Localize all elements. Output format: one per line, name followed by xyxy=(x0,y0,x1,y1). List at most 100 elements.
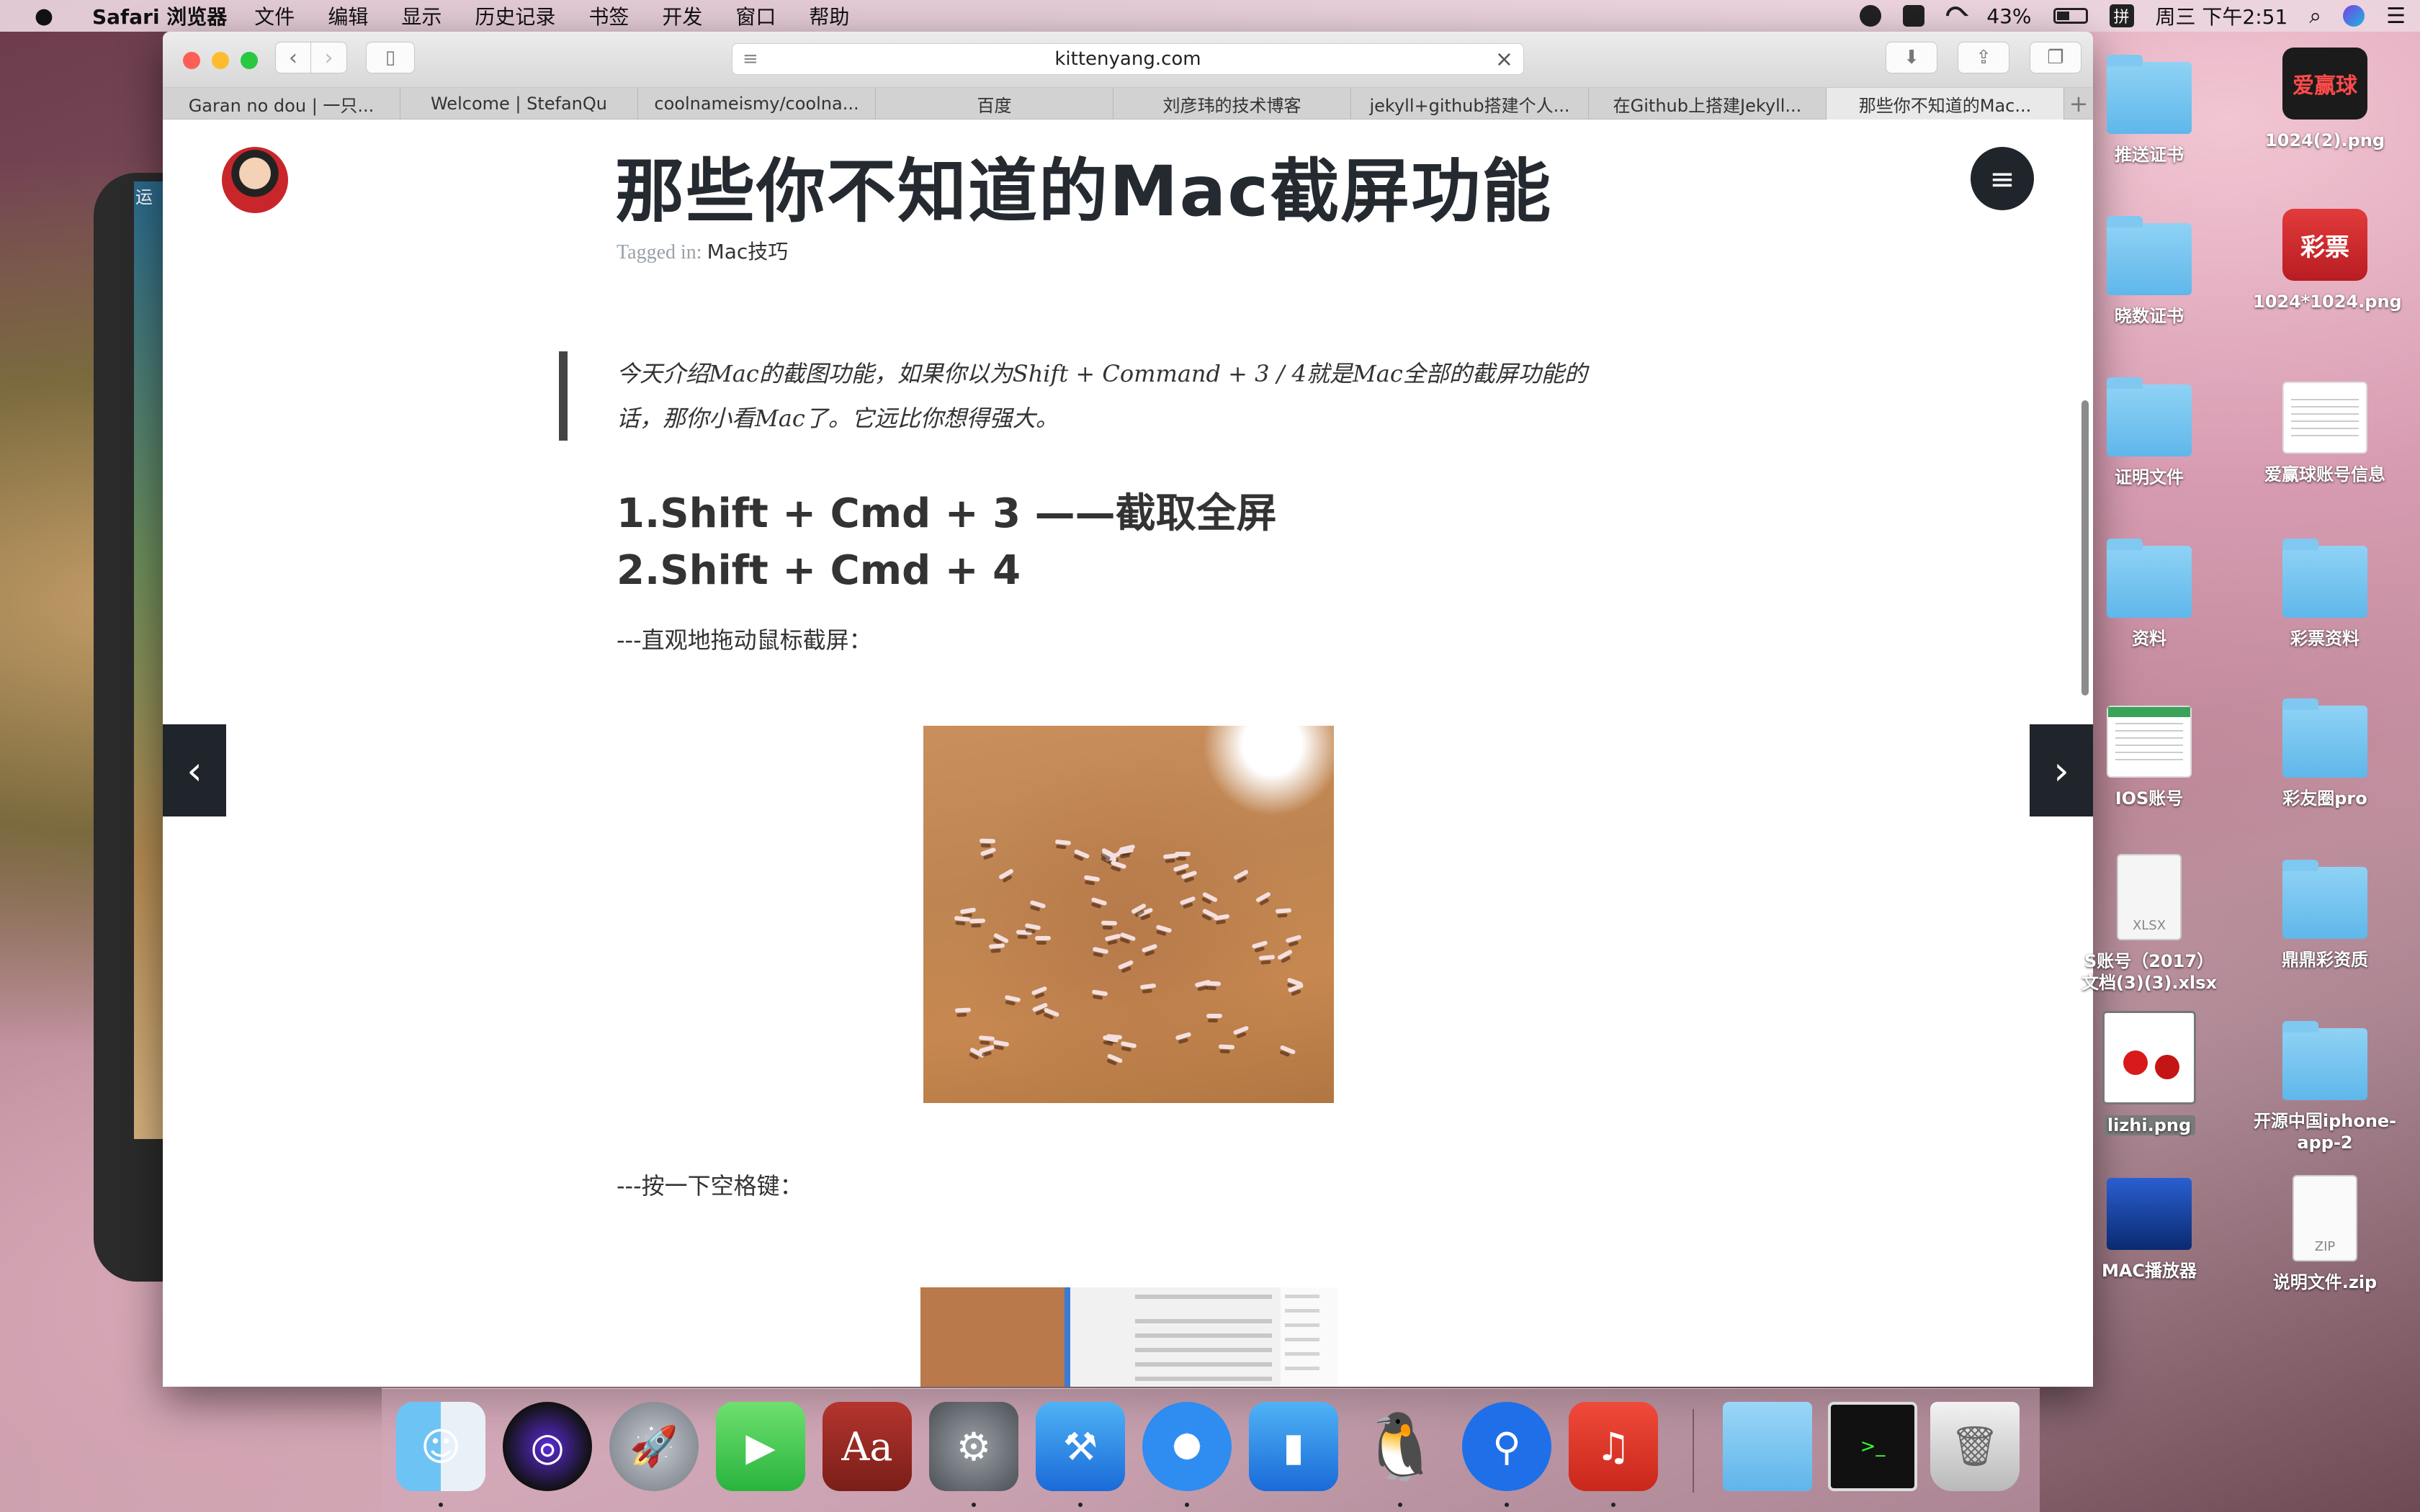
author-avatar[interactable] xyxy=(222,147,288,213)
battery-percent: 43% xyxy=(1986,4,2032,28)
flamingo-bird xyxy=(998,868,1015,881)
desktop-icon-mac-player[interactable]: MAC播放器 xyxy=(2077,1178,2221,1282)
downloads-button[interactable]: ⬇ xyxy=(1886,42,1937,73)
desktop-icon-1024-2[interactable]: 爱赢球 1024(2).png xyxy=(2253,48,2397,151)
menu-edit[interactable]: 编辑 xyxy=(328,1,368,30)
navigation-buttons: ‹ › xyxy=(275,42,347,73)
wifi-icon[interactable] xyxy=(1942,2,1969,30)
desktop-icon-oschina-iphone-app[interactable]: 开源中国iphone- app-2 xyxy=(2253,1021,2397,1153)
desktop-icon-lizhi-png[interactable]: lizhi.png xyxy=(2077,1011,2221,1136)
menu-help[interactable]: 帮助 xyxy=(809,1,849,30)
flamingo-bird xyxy=(1139,983,1157,990)
menu-window[interactable]: 窗口 xyxy=(735,1,776,30)
siri-menu-icon[interactable] xyxy=(2343,5,2365,27)
tab-baidu[interactable]: 百度 xyxy=(876,88,1113,120)
site-menu-button[interactable]: ≡ xyxy=(1971,147,2034,210)
address-bar[interactable]: ≡ kittenyang.com × xyxy=(732,43,1524,75)
safari-icon[interactable]: ✦ xyxy=(1142,1402,1232,1491)
tagged-prefix: Tagged in: xyxy=(617,241,702,264)
tab-overview-button[interactable]: ❐ xyxy=(2030,42,2081,73)
flamingo-bird xyxy=(1117,959,1134,971)
menu-develop[interactable]: 开发 xyxy=(662,1,702,30)
clock[interactable]: 周三 下午2:51 xyxy=(2156,1,2288,30)
facetime-icon[interactable]: ▶ xyxy=(716,1402,805,1491)
desktop-icon-dingding-qualification[interactable]: 鼎鼎彩资质 xyxy=(2253,860,2397,971)
input-method-icon[interactable]: 拼 xyxy=(2109,4,2134,27)
apple-menu-icon[interactable]: ● xyxy=(26,4,62,29)
tab-github-jekyll[interactable]: 在Github上搭建Jekyll... xyxy=(1589,88,1827,120)
menu-app-name[interactable]: Safari 浏览器 xyxy=(92,1,227,30)
tab-mac-screenshot[interactable]: 那些你不知道的Mac... xyxy=(1827,88,2064,120)
intro-quote: 今天介绍Mac的截图功能，如果你以为Shift + Command + 3 / … xyxy=(617,360,1587,432)
menu-file[interactable]: 文件 xyxy=(254,1,295,30)
paragraph-space: ---按一下空格键： xyxy=(617,1172,803,1200)
desktop-icon-aiyingqiu-account[interactable]: 爱赢球账号信息 xyxy=(2253,382,2397,485)
dictionary-icon[interactable]: Aa xyxy=(823,1402,912,1491)
qq-icon[interactable]: 🐧 xyxy=(1355,1402,1445,1491)
battery-icon[interactable] xyxy=(2053,8,2088,24)
image-file-icon: 爱赢球 xyxy=(2282,48,2367,120)
tab-garan[interactable]: Garan no dou | 一只... xyxy=(163,88,400,120)
netease-music-icon[interactable]: ♫ xyxy=(1569,1402,1658,1491)
forward-button[interactable]: › xyxy=(311,42,347,73)
terminal-icon[interactable]: >_ xyxy=(1828,1402,1917,1491)
reader-view-icon[interactable]: ≡ xyxy=(743,48,758,70)
launchpad-icon[interactable]: 🚀 xyxy=(609,1402,699,1491)
qq-status-icon[interactable] xyxy=(1860,5,1882,27)
flamingo-bird xyxy=(1276,949,1294,960)
previous-post-button[interactable]: ‹ xyxy=(163,724,226,816)
share-button[interactable]: ⇪ xyxy=(1958,42,2009,73)
flamingo-bird xyxy=(954,916,971,922)
desktop-icon-proof-files[interactable]: 证明文件 xyxy=(2077,377,2221,488)
back-button[interactable]: ‹ xyxy=(275,42,311,73)
folder-icon xyxy=(2107,539,2192,618)
flamingo-bird xyxy=(979,838,996,844)
pin-app-icon[interactable]: ⚲ xyxy=(1462,1402,1551,1491)
menu-history[interactable]: 历史记录 xyxy=(475,1,555,30)
desktop-icon-materials[interactable]: 资料 xyxy=(2077,539,2221,649)
desktop-icon-push-cert[interactable]: 推送证书 xyxy=(2077,55,2221,166)
running-indicator xyxy=(1611,1503,1615,1507)
menu-bookmarks[interactable]: 书签 xyxy=(588,1,629,30)
sidebar-toggle-button[interactable]: ▯ xyxy=(366,42,415,73)
simulator-icon[interactable]: ▮ xyxy=(1249,1402,1338,1491)
running-indicator xyxy=(972,1503,976,1507)
flamingo-bird xyxy=(980,847,997,857)
menu-view[interactable]: 显示 xyxy=(401,1,442,30)
notification-center-icon[interactable]: ☰ xyxy=(2386,4,2406,29)
maximize-button[interactable] xyxy=(241,52,258,69)
finder-icon[interactable]: ☺ xyxy=(396,1402,485,1491)
desktop-icon-1024x1024[interactable]: 彩票 1024*1024.png xyxy=(2253,209,2402,312)
desktop-icon-caiyouquan-pro[interactable]: 彩友圈pro xyxy=(2253,698,2397,809)
desktop-icon-label: 1024(2).png xyxy=(2265,130,2385,150)
tab-liuyanwei[interactable]: 刘彦玮的技术博客 xyxy=(1113,88,1351,120)
close-button[interactable] xyxy=(183,52,200,69)
desktop-icon-label: 说明文件.zip xyxy=(2272,1272,2378,1292)
tag-link[interactable]: Mac技巧 xyxy=(707,240,789,264)
flamingo-bird xyxy=(1110,860,1127,870)
desktop-icon-ios-account[interactable]: IOS账号 xyxy=(2077,706,2221,809)
tab-coolnameismy[interactable]: coolnameismy/coolna... xyxy=(638,88,876,120)
flamingo-bird xyxy=(1275,908,1292,914)
screenshot-left-pane xyxy=(920,1287,1065,1387)
desktop-icon-xiaoshu-cert[interactable]: 晓数证书 xyxy=(2077,216,2221,327)
desktop-icon-readme-zip[interactable]: ZIP 说明文件.zip xyxy=(2253,1175,2397,1293)
flamingo-bird xyxy=(1155,924,1173,933)
siri-icon[interactable]: ◎ xyxy=(503,1402,592,1491)
tab-stefanqu[interactable]: Welcome | StefanQu xyxy=(400,88,638,120)
desktop-icon-label: MAC播放器 xyxy=(2101,1261,2197,1281)
wechat-status-icon[interactable] xyxy=(1903,5,1925,27)
xcode-icon[interactable]: ⚒ xyxy=(1036,1402,1125,1491)
desktop-icon-s-account-xlsx[interactable]: XLSX S账号（2017） 文档(3)(3).xlsx xyxy=(2077,854,2221,994)
flamingo-bird xyxy=(992,1040,1010,1047)
flamingo-bird xyxy=(1106,1053,1124,1064)
close-icon[interactable]: × xyxy=(1495,47,1513,72)
tab-jekyll-github[interactable]: jekyll+github搭建个人... xyxy=(1351,88,1589,120)
trash-icon[interactable]: 🗑 xyxy=(1930,1402,2020,1491)
downloads-folder-icon[interactable] xyxy=(1723,1402,1812,1491)
desktop-icon-lottery-materials[interactable]: 彩票资料 xyxy=(2253,539,2397,649)
flamingo-bird xyxy=(1029,899,1047,909)
minimize-button[interactable] xyxy=(212,52,229,69)
system-preferences-icon[interactable]: ⚙ xyxy=(929,1402,1018,1491)
spotlight-icon[interactable]: ⌕ xyxy=(2309,4,2321,29)
